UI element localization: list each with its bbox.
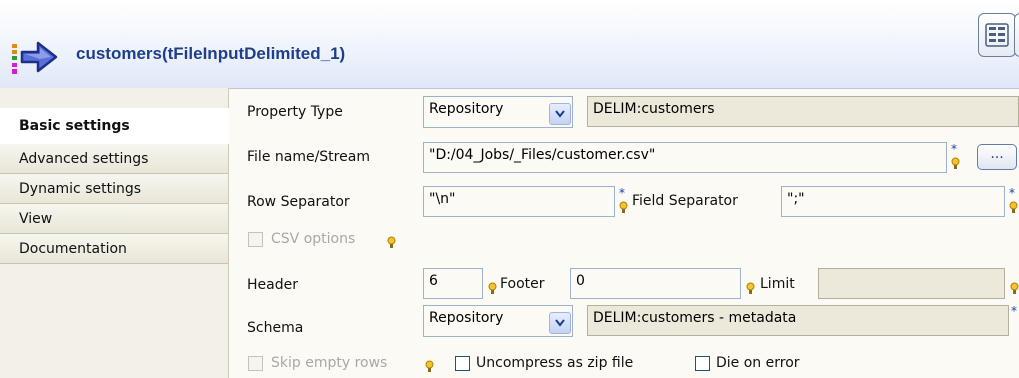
skip-empty-rows-label: Skip empty rows <box>271 355 388 371</box>
header-label: Header <box>247 277 298 293</box>
required-mark: * <box>619 186 625 200</box>
required-mark: * <box>951 142 957 156</box>
property-type-select[interactable]: Repository <box>423 96 573 128</box>
property-type-value: Repository <box>429 101 504 117</box>
chevron-down-icon[interactable] <box>549 103 571 125</box>
field-separator-label: Field Separator <box>632 193 738 209</box>
lightbulb-icon <box>951 157 960 170</box>
row-separator-label: Row Separator <box>247 194 350 210</box>
tab-documentation[interactable]: Documentation <box>0 234 228 264</box>
footer-label: Footer <box>500 276 545 292</box>
tab-view[interactable]: View <box>0 204 228 234</box>
component-title: customers(tFileInputDelimited_1) <box>76 44 346 63</box>
uncompress-zip-checkbox[interactable] <box>455 356 470 371</box>
schema-repository-field[interactable]: DELIM:customers - metadata <box>587 305 1009 336</box>
header-input[interactable]: 6 <box>423 268 483 299</box>
component-header: customers(tFileInputDelimited_1) <box>0 0 1019 89</box>
field-separator-input[interactable]: ";" <box>781 186 1005 217</box>
list-layout-button[interactable] <box>1014 13 1019 57</box>
csv-options-label: CSV options <box>271 231 356 247</box>
csv-options-checkbox[interactable] <box>248 232 263 247</box>
schema-label: Schema <box>247 320 304 336</box>
lightbulb-icon <box>488 282 497 295</box>
footer-input[interactable]: 0 <box>570 268 741 299</box>
schema-value: Repository <box>429 310 504 326</box>
die-on-error-label: Die on error <box>716 355 800 371</box>
die-on-error-checkbox[interactable] <box>695 356 710 371</box>
uncompress-zip-label: Uncompress as zip file <box>476 355 634 371</box>
lightbulb-icon <box>425 360 434 373</box>
limit-label: Limit <box>760 276 795 292</box>
browse-button[interactable]: ... <box>977 144 1017 170</box>
lightbulb-icon <box>387 236 396 249</box>
file-input-delimited-icon <box>10 37 66 77</box>
required-mark: * <box>1011 304 1017 318</box>
file-name-input[interactable]: "D:/04_Jobs/_Files/customer.csv" <box>423 142 947 173</box>
property-type-label: Property Type <box>247 104 343 120</box>
row-separator-input[interactable]: "\n" <box>423 186 615 217</box>
skip-empty-rows-checkbox[interactable] <box>248 356 263 371</box>
grid-layout-button[interactable] <box>978 13 1016 57</box>
lightbulb-icon <box>1010 282 1019 295</box>
tab-dynamic-settings[interactable]: Dynamic settings <box>0 174 228 204</box>
tab-basic-settings[interactable]: Basic settings <box>0 108 229 144</box>
schema-select[interactable]: Repository <box>423 305 573 337</box>
property-repository-field[interactable]: DELIM:customers <box>587 96 1019 127</box>
file-name-label: File name/Stream <box>247 149 370 165</box>
required-mark: * <box>1009 186 1015 200</box>
tab-advanced-settings[interactable]: Advanced settings <box>0 144 228 174</box>
lightbulb-icon <box>619 201 628 214</box>
chevron-down-icon[interactable] <box>549 312 571 334</box>
lightbulb-icon <box>746 282 755 295</box>
grid-layout-icon <box>985 23 1009 47</box>
settings-sidebar: Basic settings Advanced settings Dynamic… <box>0 88 229 378</box>
lightbulb-icon <box>1009 201 1018 214</box>
limit-input[interactable] <box>818 268 1005 299</box>
